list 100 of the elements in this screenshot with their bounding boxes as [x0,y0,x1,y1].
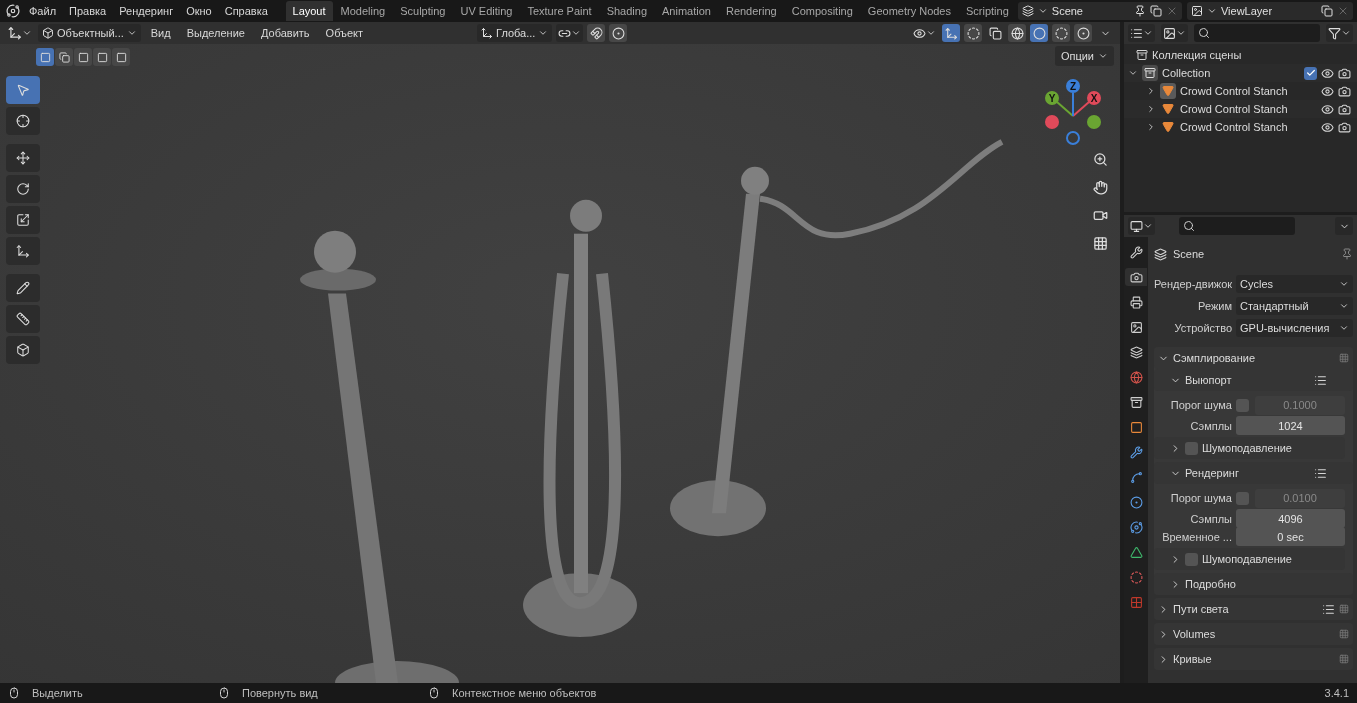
axis-handle[interactable]: Y [1045,91,1059,105]
select-mode-button[interactable] [55,48,73,66]
subpanel-header[interactable]: Шумоподавление [1154,437,1345,459]
axis-handle[interactable]: X [1087,91,1101,105]
copy-icon[interactable] [1321,5,1333,17]
eye-icon[interactable] [1321,84,1334,98]
menu-item[interactable]: Справка [218,3,274,19]
tool-button[interactable] [6,175,40,203]
number-field[interactable]: 0 sec [1236,527,1345,546]
checkbox[interactable] [1304,66,1317,80]
select-mode-button[interactable] [74,48,92,66]
select-mode-button[interactable] [36,48,54,66]
subpanel-header[interactable]: Шумоподавление [1154,548,1345,570]
axis-handle[interactable] [1066,131,1080,145]
axis-handle[interactable]: Z [1066,79,1080,93]
menu-item[interactable]: Рендеринг [113,3,180,19]
checkbox[interactable] [1185,441,1198,455]
camera-icon[interactable] [1338,120,1351,134]
tool-button[interactable] [6,274,40,302]
eye-icon[interactable] [1321,120,1334,134]
filter-button[interactable] [1326,24,1353,42]
tool-button[interactable] [6,336,40,364]
pin-icon[interactable] [1133,5,1146,17]
editor-type-button[interactable] [1128,24,1155,42]
drag-handle-icon[interactable] [1339,654,1349,664]
camera-icon[interactable] [1338,84,1351,98]
drag-handle-icon[interactable] [1339,604,1349,614]
workspace-tab[interactable]: Geometry Nodes [860,1,958,21]
tool-button[interactable] [6,107,40,135]
proportional-button[interactable] [609,24,628,42]
tool-button[interactable] [6,206,40,234]
xray-button[interactable] [986,24,1004,42]
editor-type-button[interactable] [1128,217,1155,235]
workspace-tab[interactable]: Texture Paint [520,1,599,21]
dropdown[interactable]: GPU-вычисления [1236,319,1353,337]
object-label[interactable]: Crowd Control Stanch [1180,121,1317,133]
scene-selector[interactable]: Scene [1017,2,1182,20]
camera-icon[interactable] [1338,102,1351,116]
object-label[interactable]: Crowd Control Stanch [1180,85,1317,97]
menu-item[interactable]: Добавить [254,25,316,41]
close-icon[interactable] [1337,5,1349,17]
dropdown[interactable]: Cycles [1236,275,1353,293]
checkbox[interactable] [1236,491,1249,505]
menu-button[interactable] [1335,217,1353,235]
options-dropdown[interactable]: Опции [1054,46,1114,66]
menu-item[interactable]: Выделение [180,25,251,41]
orientation-dropdown[interactable]: Глоба... [477,24,553,42]
list-icon[interactable] [1314,466,1327,480]
properties-tab[interactable] [1125,268,1147,286]
collection-label[interactable]: Collection [1162,67,1300,79]
drag-handle-icon[interactable] [1339,629,1349,639]
workspace-tab[interactable]: Sculpting [393,1,453,21]
shading-button[interactable] [1008,24,1026,42]
workspace-tab[interactable]: Layout [285,1,333,21]
number-field[interactable]: 1024 [1236,416,1345,435]
list-icon[interactable] [1322,602,1335,616]
overlay-button[interactable] [964,24,982,42]
snap-button[interactable] [587,24,606,42]
view-layer-selector[interactable]: ViewLayer [1186,2,1353,20]
select-mode-button[interactable] [93,48,111,66]
axis-handle[interactable] [1087,115,1101,129]
workspace-tab[interactable]: Compositing [784,1,860,21]
dropdown[interactable]: Стандартный [1236,297,1353,315]
workspace-tab[interactable]: Modeling [333,1,393,21]
pivot-button[interactable] [556,24,584,42]
shading-button[interactable] [1030,24,1048,42]
tool-button[interactable] [6,237,40,265]
checkbox[interactable] [1236,398,1249,412]
shading-button[interactable] [1052,24,1070,42]
select-mode-button[interactable] [112,48,130,66]
workspace-tab[interactable]: UV Editing [453,1,520,21]
workspace-tab[interactable]: Animation [655,1,718,21]
number-field[interactable]: 4096 [1236,509,1345,528]
tool-button[interactable] [6,305,40,333]
display-mode-button[interactable] [1161,24,1188,42]
menu-item[interactable]: Объект [319,25,370,41]
blender-logo-icon[interactable] [4,2,22,20]
eye-icon[interactable] [1321,66,1334,80]
checkbox[interactable] [1185,552,1198,566]
menu-item[interactable]: Правка [63,3,113,19]
menu-item[interactable]: Окно [180,3,218,19]
subpanel-header[interactable]: Выюпорт [1154,369,1353,391]
workspace-tab[interactable]: Shading [599,1,654,21]
search-field[interactable] [1179,217,1295,235]
axis-handle[interactable] [1045,115,1059,129]
eye-icon[interactable] [1321,102,1334,116]
mode-dropdown[interactable]: Объектный... [38,24,141,42]
gizmo-toggle[interactable] [942,24,960,42]
workspace-tab[interactable]: Scripting [959,1,1016,21]
subpanel-header[interactable]: Рендеринг [1154,462,1353,484]
shading-button[interactable] [1074,24,1092,42]
object-label[interactable]: Crowd Control Stanch [1180,103,1317,115]
copy-icon[interactable] [1149,5,1162,17]
scene-collection-label[interactable]: Коллекция сцены [1152,49,1351,61]
tool-button[interactable] [6,144,40,172]
camera-icon[interactable] [1338,66,1351,80]
list-icon[interactable] [1314,373,1327,387]
menu-item[interactable]: Вид [144,25,177,41]
drag-handle-icon[interactable] [1339,353,1349,363]
search-field[interactable] [1194,24,1320,42]
